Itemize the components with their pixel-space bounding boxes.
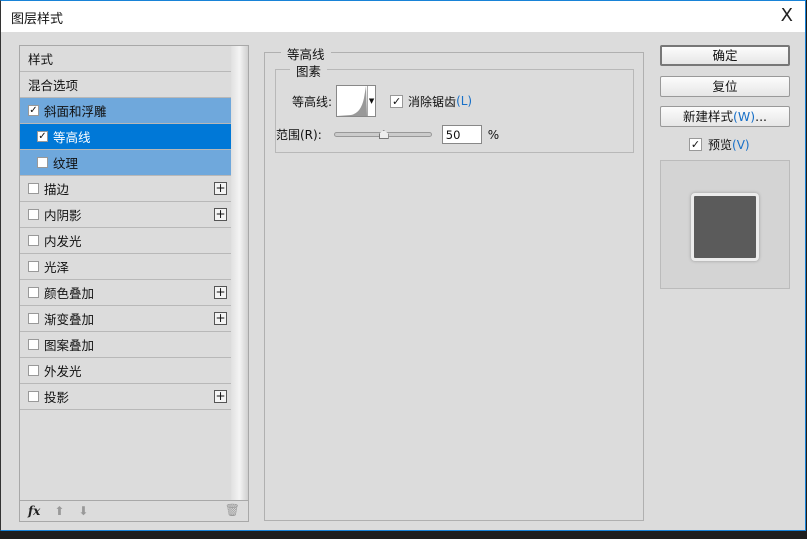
style-item[interactable]: 外发光 xyxy=(20,358,231,384)
add-icon[interactable]: + xyxy=(214,390,227,403)
range-input[interactable]: 50 xyxy=(441,125,482,144)
range-slider[interactable] xyxy=(333,130,432,139)
style-checkbox[interactable]: ✓ xyxy=(28,105,39,116)
style-item[interactable]: 混合选项 xyxy=(20,72,231,98)
style-label: 斜面和浮雕 xyxy=(44,104,107,119)
style-item[interactable]: 描边 + xyxy=(20,176,231,202)
close-icon[interactable]: X xyxy=(781,5,793,26)
style-label: 外发光 xyxy=(44,364,82,379)
style-label: 内发光 xyxy=(44,234,82,249)
style-checkbox[interactable]: ✓ xyxy=(37,131,48,142)
style-checkbox[interactable] xyxy=(28,313,39,324)
style-item[interactable]: 内阴影 + xyxy=(20,202,231,228)
style-checkbox[interactable] xyxy=(28,365,39,376)
antialias-shortcut: (L) xyxy=(456,94,473,108)
style-item[interactable]: 光泽 xyxy=(20,254,231,280)
reset-button[interactable]: 复位 xyxy=(660,76,790,97)
style-checkbox[interactable] xyxy=(28,287,39,298)
style-label: 图案叠加 xyxy=(44,338,95,353)
trash-icon[interactable]: 🗑 xyxy=(225,503,240,517)
elements-group: 图素 等高线: ▼ ✓ 消除锯齿 (L) 范围(R): 50 % xyxy=(275,61,634,153)
antialias-checkbox[interactable]: ✓ xyxy=(390,94,404,108)
style-checkbox[interactable] xyxy=(28,339,39,350)
style-item[interactable]: 内发光 xyxy=(20,228,231,254)
preview-checkbox[interactable]: ✓ xyxy=(689,138,702,151)
layer-style-dialog: 图层样式 X 样式混合选项 ✓ 斜面和浮雕 ✓ 等高线纹理描边 + 内阴影 + 内发光光泽颜色叠… xyxy=(0,0,806,531)
style-checkbox[interactable] xyxy=(28,183,39,194)
title-bar: 图层样式 X xyxy=(1,1,805,32)
preview-shortcut: (V) xyxy=(732,137,750,152)
contour-label: 等高线: xyxy=(292,94,333,109)
antialias-label: 消除锯齿 xyxy=(408,94,457,109)
style-item[interactable]: 纹理 xyxy=(20,150,231,176)
slider-thumb[interactable] xyxy=(378,130,389,139)
style-item[interactable]: 渐变叠加 + xyxy=(20,306,231,332)
preview-label: 预览 xyxy=(708,138,733,152)
style-label: 描边 xyxy=(44,182,70,197)
style-item[interactable]: 投影 + xyxy=(20,384,231,410)
style-checkbox[interactable] xyxy=(28,391,39,402)
fx-icon[interactable]: fx xyxy=(28,504,40,518)
add-icon[interactable]: + xyxy=(214,208,227,221)
style-item[interactable]: 样式 xyxy=(20,46,231,72)
style-label: 光泽 xyxy=(44,260,70,275)
style-label: 渐变叠加 xyxy=(44,312,95,327)
styles-list: 样式混合选项 ✓ 斜面和浮雕 ✓ 等高线纹理描边 + 内阴影 + 内发光光泽颜色叠加 + 渐变叠加 +… xyxy=(20,46,231,410)
style-checkbox[interactable] xyxy=(37,157,48,168)
style-label: 投影 xyxy=(44,390,70,405)
style-item[interactable]: ✓ 斜面和浮雕 xyxy=(20,98,231,124)
contour-curve-icon xyxy=(337,86,368,116)
add-icon[interactable]: + xyxy=(214,312,227,325)
style-label: 样式 xyxy=(28,52,54,67)
range-unit: % xyxy=(487,127,500,142)
styles-toolbar: fx ⬆ ⬇ 🗑 xyxy=(20,500,248,521)
style-item[interactable]: 图案叠加 xyxy=(20,332,231,358)
group-title: 图素 xyxy=(290,61,328,80)
styles-panel: 样式混合选项 ✓ 斜面和浮雕 ✓ 等高线纹理描边 + 内阴影 + 内发光光泽颜色叠加 + 渐变叠加 +… xyxy=(19,45,249,522)
scrollbar[interactable] xyxy=(231,46,248,501)
style-label: 内阴影 xyxy=(44,208,82,223)
contour-panel: 等高线 图素 等高线: ▼ ✓ 消除锯齿 (L) 范围(R): 50 % xyxy=(264,44,644,521)
move-down-icon[interactable]: ⬇ xyxy=(78,504,88,518)
preview-swatch xyxy=(691,193,759,261)
move-up-icon[interactable]: ⬆ xyxy=(54,504,64,518)
style-checkbox[interactable] xyxy=(28,209,39,220)
style-label: 混合选项 xyxy=(28,78,79,93)
style-item[interactable]: ✓ 等高线 xyxy=(20,124,231,150)
add-icon[interactable]: + xyxy=(214,286,227,299)
new-style-ellipsis: ... xyxy=(755,109,768,124)
style-checkbox[interactable] xyxy=(28,235,39,246)
style-item[interactable]: 颜色叠加 + xyxy=(20,280,231,306)
chevron-down-icon[interactable]: ▼ xyxy=(367,86,375,116)
preview-box xyxy=(660,160,790,289)
style-label: 颜色叠加 xyxy=(44,286,95,301)
window-title: 图层样式 xyxy=(11,12,64,27)
ok-button[interactable]: 确定 xyxy=(660,45,790,66)
preview-toggle[interactable]: ✓ 预览 (V) xyxy=(689,136,750,153)
range-label: 范围(R): xyxy=(276,128,322,142)
style-checkbox[interactable] xyxy=(28,261,39,272)
new-style-label: 新建样式 xyxy=(682,109,733,124)
style-label: 等高线 xyxy=(53,130,91,145)
add-icon[interactable]: + xyxy=(214,182,227,195)
new-style-shortcut: (W) xyxy=(732,109,756,124)
contour-picker[interactable]: ▼ xyxy=(336,85,377,117)
style-label: 纹理 xyxy=(53,156,79,171)
new-style-button[interactable]: 新建样式(W)... xyxy=(660,106,790,127)
